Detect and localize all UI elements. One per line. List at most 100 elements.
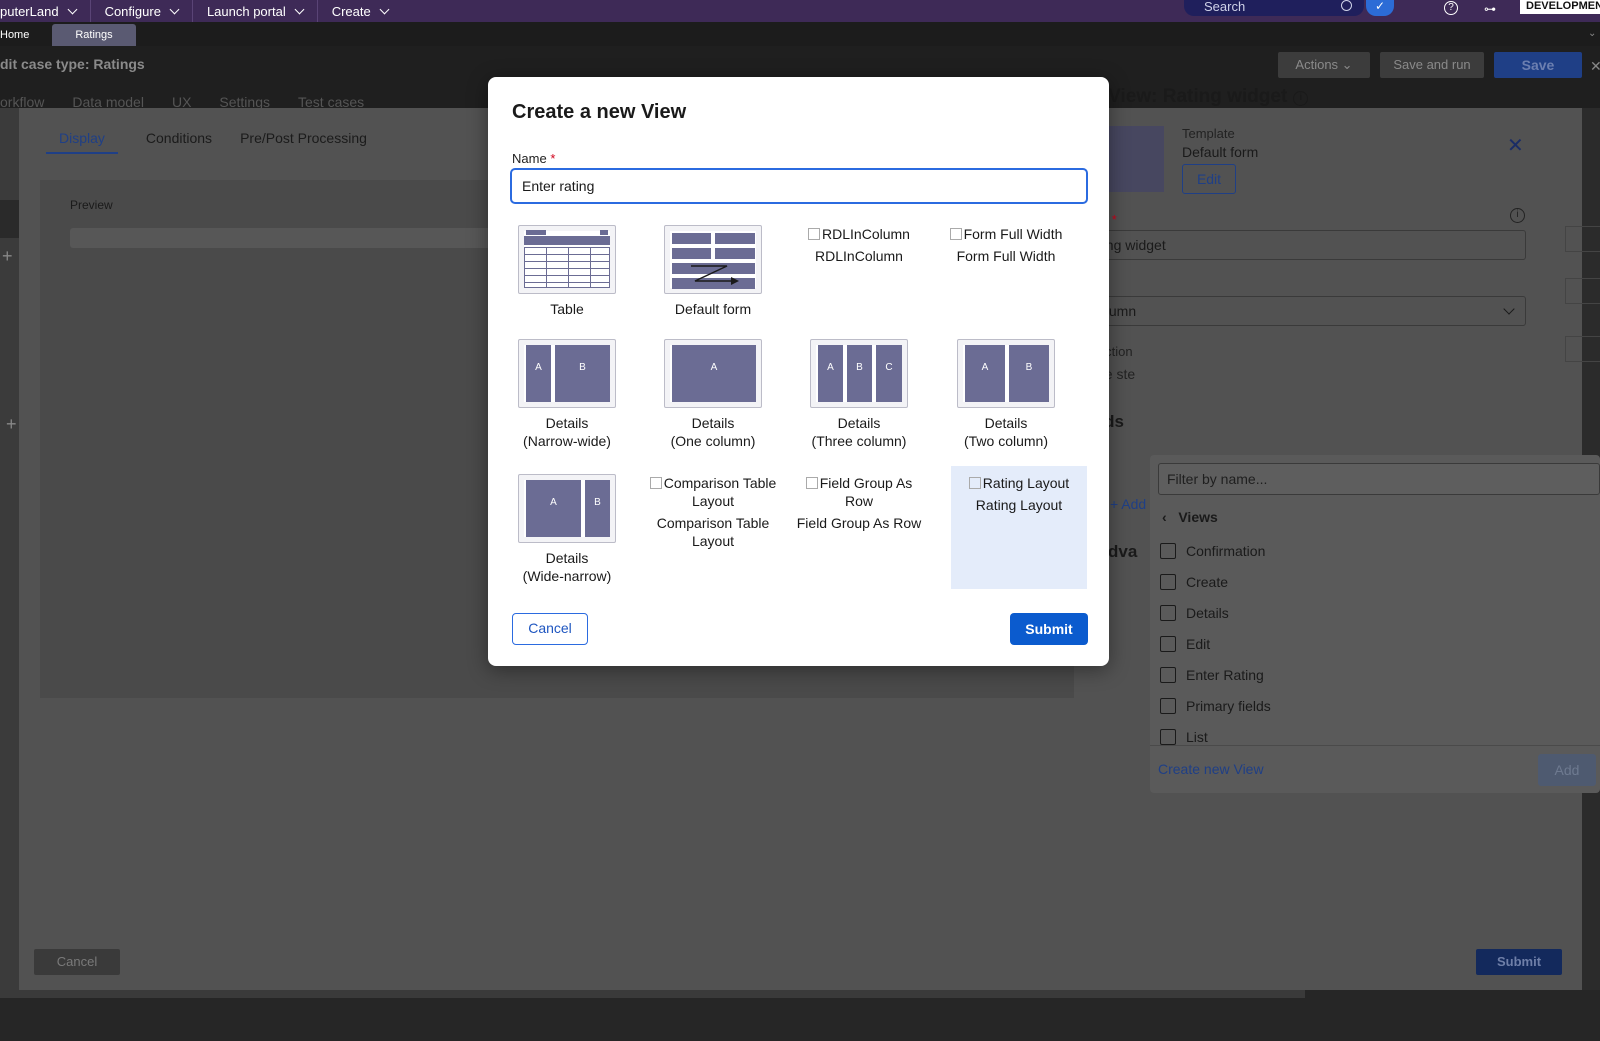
edge-control[interactable] — [1565, 336, 1600, 362]
broken-image: Rating Layout — [951, 474, 1087, 492]
submit-button[interactable]: Submit — [1476, 949, 1562, 975]
info-icon[interactable]: i — [1510, 208, 1525, 223]
template-label: Details — [837, 415, 881, 431]
default-form-thumbnail — [664, 225, 762, 294]
nav-create[interactable]: Create — [318, 0, 402, 22]
template-details-two-column[interactable]: A B Details (Two column) — [938, 339, 1074, 450]
template-form-full-width[interactable]: Form Full Width Form Full Width — [938, 225, 1074, 265]
nav-app-name[interactable]: puterLand — [0, 0, 91, 22]
cancel-button[interactable]: Cancel — [512, 613, 588, 645]
broken-image-icon — [805, 477, 818, 489]
list-item-label: List — [1186, 728, 1208, 745]
tab-home[interactable]: Home — [0, 24, 47, 46]
cancel-button[interactable]: Cancel — [34, 949, 120, 975]
template-image-alt: Rating Layout — [982, 475, 1070, 491]
template-image-alt: RDLInColumn — [822, 226, 910, 242]
app-header: puterLand Configure Launch portal Create… — [0, 0, 1600, 22]
hierarchy-icon[interactable]: ⊶ — [1484, 2, 1496, 16]
template-rating-layout[interactable]: Rating Layout Rating Layout — [951, 466, 1087, 589]
template-label: Form Full Width — [956, 248, 1056, 264]
checkbox[interactable] — [1160, 728, 1176, 745]
broken-image-icon — [808, 228, 821, 240]
list-item[interactable]: Details — [1160, 597, 1271, 628]
nav-configure-label: Configure — [104, 3, 161, 19]
edge-control[interactable] — [1565, 226, 1600, 252]
search-input[interactable]: Search — [1184, 0, 1364, 16]
add-icon[interactable]: + — [6, 414, 17, 435]
nav-configure[interactable]: Configure — [91, 0, 193, 22]
preview-placeholder — [70, 228, 540, 248]
chevron-down-icon — [294, 4, 305, 14]
list-item[interactable]: Confirmation — [1160, 535, 1271, 566]
workspace-tabs: Home Ratings ⌄ — [0, 22, 1600, 46]
close-icon[interactable]: ✕ — [1590, 58, 1600, 75]
left-rail: + + — [0, 108, 19, 990]
nav-launch-portal[interactable]: Launch portal — [193, 0, 318, 22]
template-rdlincolumn[interactable]: RDLInColumn RDLInColumn — [791, 225, 927, 265]
list-item[interactable]: Create — [1160, 566, 1271, 597]
template-label: Details — [691, 415, 735, 431]
edit-template-button[interactable]: Edit — [1182, 164, 1236, 194]
name-label-text: Name — [512, 151, 547, 166]
close-icon[interactable]: ✕ — [1507, 133, 1524, 158]
search-submit-button[interactable]: ✓ — [1366, 0, 1394, 16]
template-details-wide-narrow[interactable]: A B Details (Wide-narrow) — [499, 474, 635, 585]
layout-select[interactable]: column — [1086, 296, 1526, 326]
template-default-form[interactable]: Default form — [645, 225, 781, 318]
template-label: Template — [1182, 126, 1235, 141]
checkbox[interactable] — [1160, 604, 1176, 621]
checkbox[interactable] — [1160, 635, 1176, 652]
tab-ratings[interactable]: Ratings — [52, 24, 136, 46]
template-label: Default form — [674, 301, 752, 317]
template-field-group-as-row[interactable]: Field Group As Row Field Group As Row — [791, 474, 927, 532]
tab-display[interactable]: Display — [46, 130, 118, 154]
checkbox[interactable] — [1160, 542, 1176, 559]
checkbox[interactable] — [1160, 666, 1176, 683]
list-item[interactable]: Edit — [1160, 628, 1271, 659]
template-label: RDLInColumn — [815, 248, 903, 264]
add-field-label: Add — [1121, 496, 1147, 512]
tab-pre-post-processing[interactable]: Pre/Post Processing — [240, 130, 367, 154]
add-icon[interactable]: + — [2, 246, 13, 267]
thumbnail-column: A — [526, 345, 551, 402]
view-name-field[interactable]: ating widget — [1086, 230, 1526, 260]
template-label: (Narrow-wide) — [523, 433, 611, 449]
checkbox[interactable] — [1160, 573, 1176, 590]
template-details-narrow-wide[interactable]: A B Details (Narrow-wide) — [499, 339, 635, 450]
nav-launch-portal-label: Launch portal — [206, 3, 286, 19]
save-and-run-button[interactable]: Save and run — [1380, 52, 1484, 78]
submit-button[interactable]: Submit — [1010, 613, 1088, 645]
create-new-view-link[interactable]: Create new View — [1158, 761, 1264, 777]
nav-app-name-label: puterLand — [0, 3, 59, 19]
info-icon[interactable]: i — [1293, 91, 1309, 106]
name-input[interactable] — [510, 168, 1088, 204]
list-item-label: Create — [1186, 573, 1229, 590]
actions-button[interactable]: Actions ⌄ — [1278, 52, 1370, 78]
list-item-label: Edit — [1186, 635, 1211, 652]
views-back-heading[interactable]: ‹ Views — [1162, 509, 1218, 525]
save-button[interactable]: Save — [1494, 52, 1582, 78]
add-field-link[interactable]: + Add — [1110, 496, 1146, 512]
add-button[interactable]: Add — [1538, 754, 1596, 786]
list-item[interactable]: Enter Rating — [1160, 659, 1271, 690]
template-label: Details — [545, 550, 589, 566]
chevron-down-icon — [1503, 303, 1515, 315]
help-icon[interactable]: ? — [1444, 1, 1458, 15]
broken-image-icon — [949, 228, 962, 240]
template-table[interactable]: Table — [499, 225, 635, 318]
edge-control[interactable] — [1565, 278, 1600, 304]
template-comparison-table-layout[interactable]: Comparison Table Layout Comparison Table… — [645, 474, 781, 550]
broken-image: Field Group As Row — [791, 474, 927, 510]
filter-input[interactable]: Filter by name... — [1158, 463, 1600, 495]
checkbox[interactable] — [1160, 697, 1176, 714]
thumbnail-column: B — [585, 480, 610, 537]
tabs-menu-icon[interactable]: ⌄ — [1588, 28, 1596, 39]
template-details-three-column[interactable]: A B C Details (Three column) — [791, 339, 927, 450]
tab-conditions[interactable]: Conditions — [146, 130, 212, 154]
details-two-column-thumbnail: A B — [957, 339, 1055, 408]
thumbnail-column: B — [555, 345, 610, 402]
footer-band-edge — [0, 990, 1305, 998]
template-details-one-column[interactable]: A Details (One column) — [645, 339, 781, 450]
list-item[interactable]: Primary fields — [1160, 690, 1271, 721]
table-thumbnail — [518, 225, 616, 294]
